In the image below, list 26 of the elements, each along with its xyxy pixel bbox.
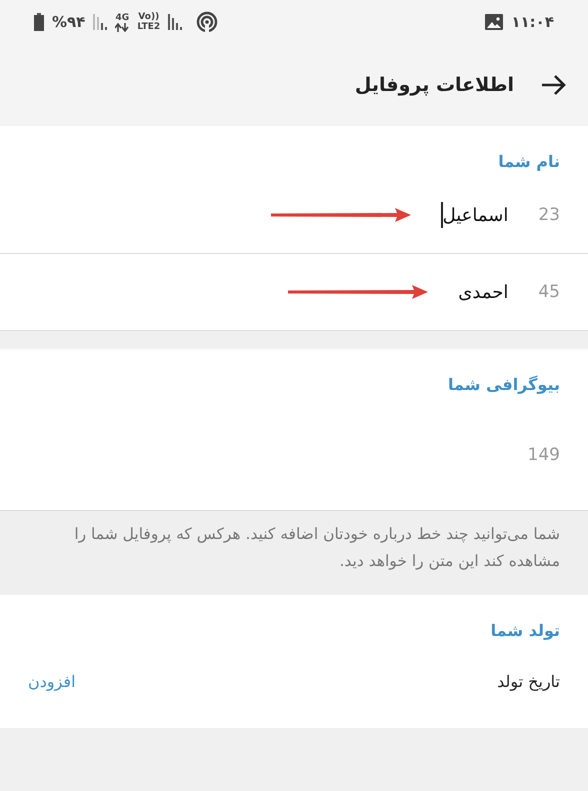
back-arrow-icon[interactable]	[542, 75, 566, 95]
volte-label: Vo))	[138, 12, 160, 22]
birthday-label: تاریخ تولد	[497, 672, 560, 690]
name-field[interactable]: احمدی	[458, 282, 508, 302]
section-title: تولد شما	[490, 620, 560, 642]
section-title: بیوگرافی شما	[446, 374, 560, 396]
add-link[interactable]: افزودن	[28, 672, 76, 690]
image-icon	[485, 14, 504, 30]
arrow-annotation-icon	[288, 285, 428, 299]
data-arrows-icon	[115, 22, 130, 32]
name-field[interactable]: اسماعیل	[440, 202, 508, 228]
character-counter: 149	[528, 445, 560, 465]
lte-label: LTE2	[137, 22, 160, 32]
page-title: اطلاعات پروفایل	[354, 74, 514, 96]
battery-icon	[34, 13, 44, 31]
arrow-annotation-icon	[270, 208, 411, 222]
character-counter: 23	[538, 205, 560, 225]
section-title: نام شما	[497, 151, 560, 173]
hotspot-icon	[196, 11, 218, 33]
signal-icon	[93, 14, 108, 30]
clock: ۱۱:۰۴	[511, 13, 554, 31]
signal-icon	[168, 14, 182, 30]
text-cursor	[440, 202, 443, 228]
character-counter: 45	[538, 282, 560, 302]
battery-percentage: %۹۴	[52, 13, 86, 31]
network-type: 4G	[116, 12, 130, 22]
